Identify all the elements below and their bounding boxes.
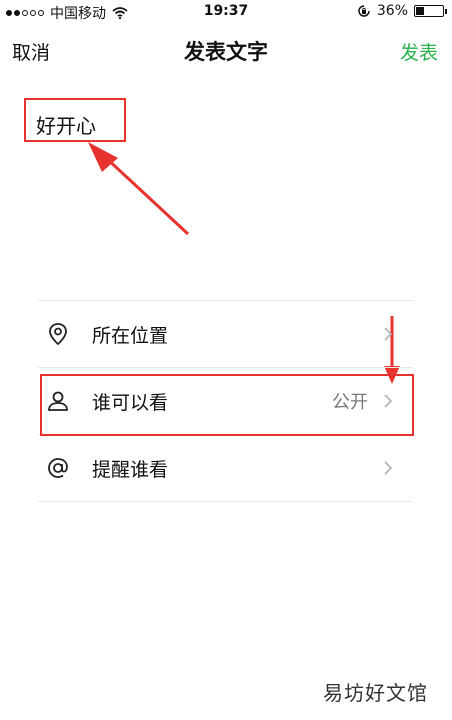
location-pin-icon [49, 323, 67, 346]
location-row[interactable]: 所在位置 [38, 300, 412, 367]
annotation-box-visibility [40, 374, 414, 436]
remind-label: 提醒谁看 [92, 458, 169, 481]
annotation-arrow-diagonal [88, 142, 190, 236]
remind-row[interactable]: 提醒谁看 [38, 434, 412, 502]
location-label: 所在位置 [92, 324, 169, 347]
at-sign-icon [48, 458, 68, 478]
watermark: 易坊好文馆 [323, 681, 428, 705]
chevron-right-icon [384, 461, 393, 475]
chevron-right-icon [384, 327, 393, 341]
